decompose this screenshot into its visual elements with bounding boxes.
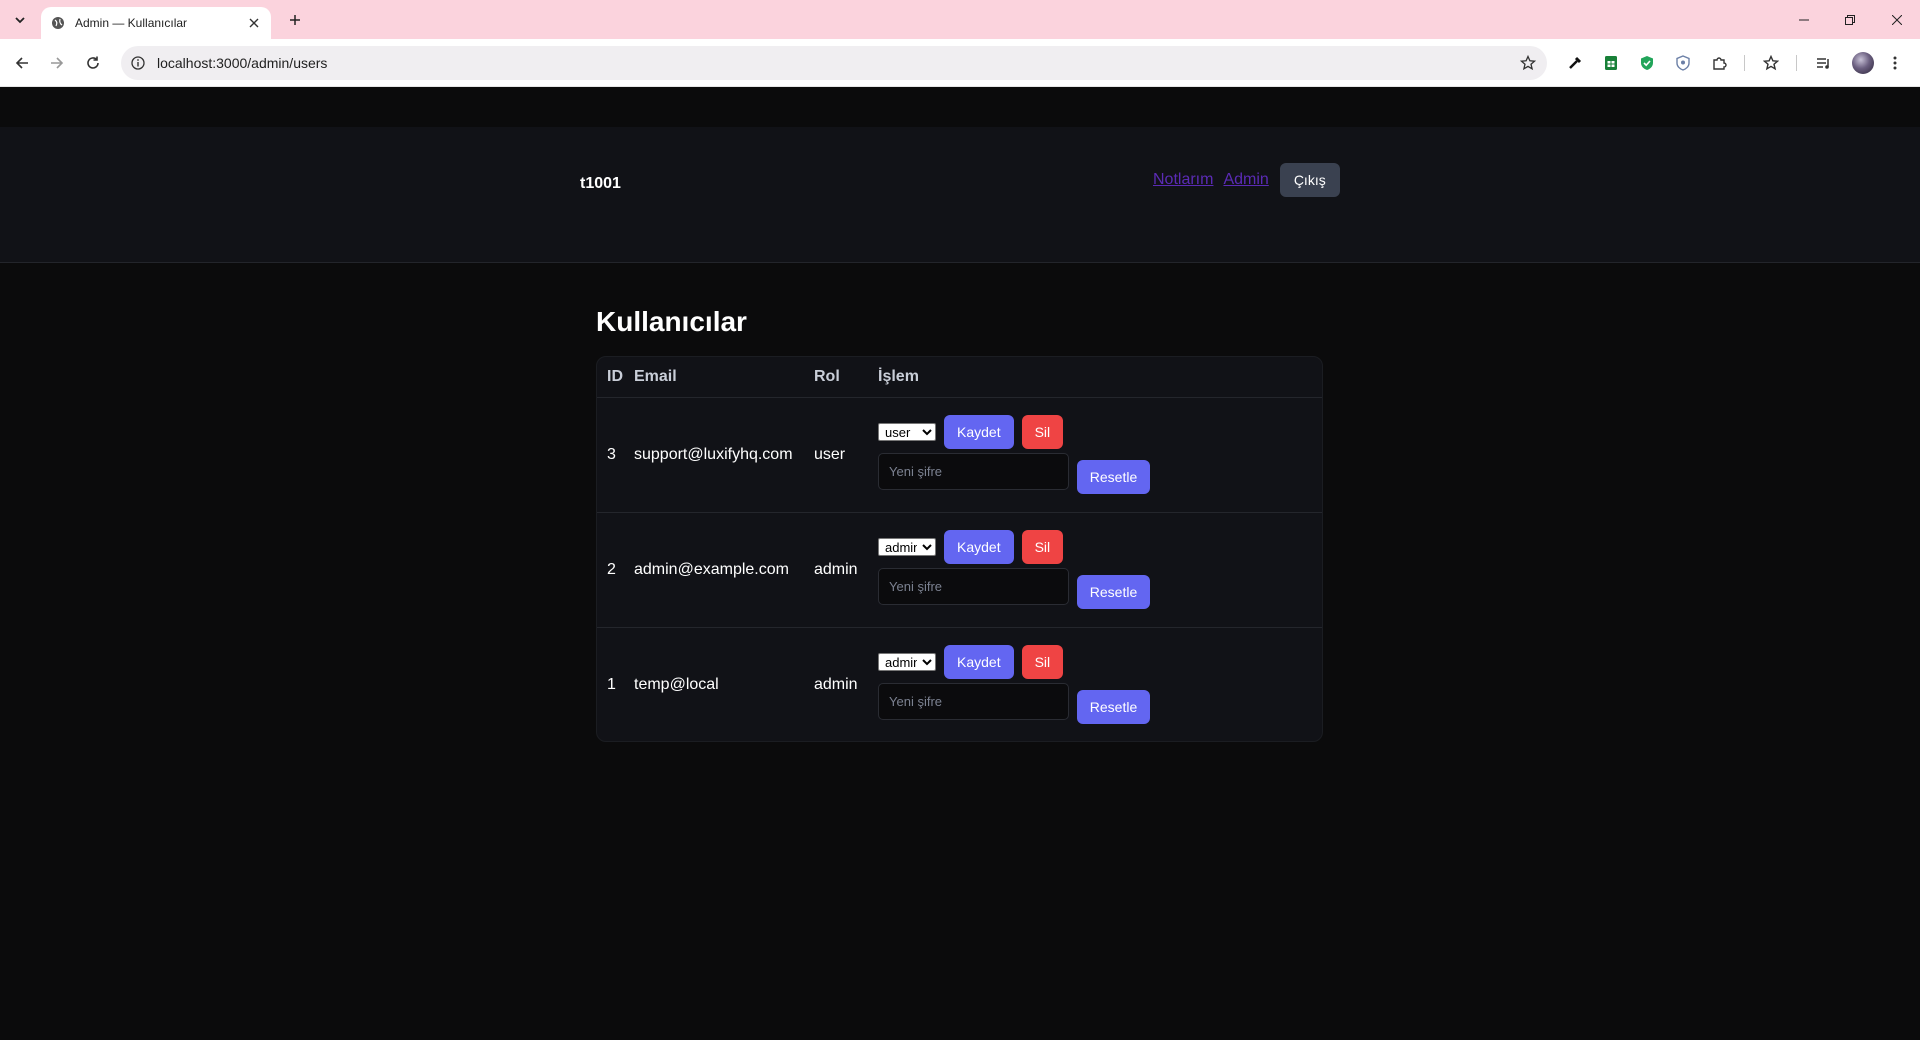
user-id: 2	[597, 512, 634, 628]
user-role: user	[814, 397, 878, 513]
page-title: Kullanıcılar	[596, 306, 747, 337]
user-email: temp@local	[634, 675, 719, 693]
user-role: admin	[814, 675, 858, 693]
more-menu-icon[interactable]	[1884, 52, 1906, 74]
restore-button[interactable]	[1827, 0, 1873, 39]
nav-link-admin[interactable]: Admin	[1223, 171, 1268, 189]
users-table: ID Email Rol İşlem 3 support@luxifyhq.co…	[597, 357, 1322, 741]
role-select[interactable]: admin	[878, 653, 936, 672]
user-actions: admin Kaydet Sil Resetle	[878, 512, 1322, 628]
toolbar-divider	[1744, 55, 1745, 71]
brand-logo-text[interactable]: t1001	[580, 175, 621, 193]
table-row: 1 temp@local admin admin Kaydet Sil Rese…	[597, 627, 1322, 741]
user-email: admin@example.com	[634, 512, 814, 628]
delete-button[interactable]: Sil	[1021, 415, 1064, 449]
new-password-input[interactable]	[878, 453, 1069, 490]
reset-password-button[interactable]: Resetle	[1077, 575, 1150, 609]
table-row: 3 support@luxifyhq.com user user Kaydet …	[597, 397, 1322, 513]
table-row: 2 admin@example.com admin admin Kaydet S…	[597, 512, 1322, 628]
browser-toolbar: localhost:3000/admin/users	[0, 39, 1920, 87]
url-text[interactable]: localhost:3000/admin/users	[157, 55, 1518, 71]
eyedropper-extension-icon[interactable]	[1564, 52, 1586, 74]
forward-button[interactable]	[43, 49, 71, 77]
arrow-left-icon	[15, 57, 28, 69]
page-viewport: t1001 Notlarım Admin Çıkış Kullanıcılar …	[0, 87, 1920, 1040]
reload-button[interactable]	[79, 49, 107, 77]
globe-icon	[50, 15, 66, 31]
sheets-extension-icon[interactable]	[1600, 52, 1622, 74]
plus-icon	[290, 15, 300, 25]
column-header-id: ID	[597, 357, 634, 398]
shield-extension-icon[interactable]	[1672, 52, 1694, 74]
delete-button[interactable]: Sil	[1021, 530, 1064, 564]
save-button[interactable]: Kaydet	[944, 645, 1014, 680]
bookmark-star-icon[interactable]	[1518, 53, 1538, 73]
shield-check-extension-icon[interactable]	[1636, 52, 1658, 74]
role-select[interactable]: admin	[878, 538, 936, 556]
new-password-input[interactable]	[878, 683, 1069, 721]
site-info-icon[interactable]	[130, 55, 146, 71]
browser-tab-strip: Admin — Kullanıcılar	[0, 0, 1920, 39]
delete-button[interactable]: Sil	[1021, 645, 1064, 680]
save-button[interactable]: Kaydet	[944, 415, 1014, 449]
user-actions: admin Kaydet Sil Resetle	[878, 627, 1322, 741]
toolbar-divider	[1796, 55, 1797, 71]
save-button[interactable]: Kaydet	[944, 530, 1014, 564]
close-icon[interactable]	[245, 14, 263, 32]
puzzle-extensions-icon[interactable]	[1708, 52, 1730, 74]
arrow-right-icon	[51, 57, 64, 69]
role-select[interactable]: user	[878, 423, 936, 441]
user-id: 1	[607, 675, 616, 693]
chevron-down-icon	[15, 17, 25, 24]
close-icon	[1892, 14, 1902, 25]
tab-search-button[interactable]	[6, 7, 34, 33]
minimize-button[interactable]	[1781, 0, 1827, 39]
user-id: 3	[597, 397, 634, 513]
main-nav: Notlarım Admin Çıkış	[1153, 163, 1340, 197]
address-bar[interactable]: localhost:3000/admin/users	[121, 46, 1547, 80]
new-password-input[interactable]	[878, 568, 1069, 605]
browser-tab[interactable]: Admin — Kullanıcılar	[41, 7, 271, 39]
media-queue-icon[interactable]	[1813, 52, 1835, 74]
column-header-email: Email	[634, 357, 814, 398]
close-window-button[interactable]	[1874, 0, 1920, 39]
nav-link-notes[interactable]: Notlarım	[1153, 171, 1213, 189]
minimize-icon	[1799, 19, 1809, 20]
site-header: t1001 Notlarım Admin Çıkış	[0, 127, 1920, 263]
reload-icon	[87, 56, 99, 69]
user-email: support@luxifyhq.com	[634, 397, 814, 513]
new-tab-button[interactable]	[281, 8, 309, 32]
column-header-role: Rol	[814, 357, 878, 398]
tab-title: Admin — Kullanıcılar	[75, 16, 188, 30]
table-header-row: ID Email Rol İşlem	[597, 357, 1322, 398]
back-button[interactable]	[8, 49, 36, 77]
profile-avatar[interactable]	[1852, 52, 1874, 74]
user-actions: user Kaydet Sil Resetle	[878, 397, 1322, 513]
bookmarks-star-icon[interactable]	[1760, 52, 1782, 74]
users-table-card: ID Email Rol İşlem 3 support@luxifyhq.co…	[596, 356, 1323, 742]
logout-button[interactable]: Çıkış	[1279, 163, 1340, 197]
reset-password-button[interactable]: Resetle	[1077, 460, 1150, 494]
user-role: admin	[814, 512, 878, 628]
column-header-action: İşlem	[878, 357, 1322, 398]
restore-icon	[1845, 14, 1855, 25]
reset-password-button[interactable]: Resetle	[1077, 690, 1150, 725]
